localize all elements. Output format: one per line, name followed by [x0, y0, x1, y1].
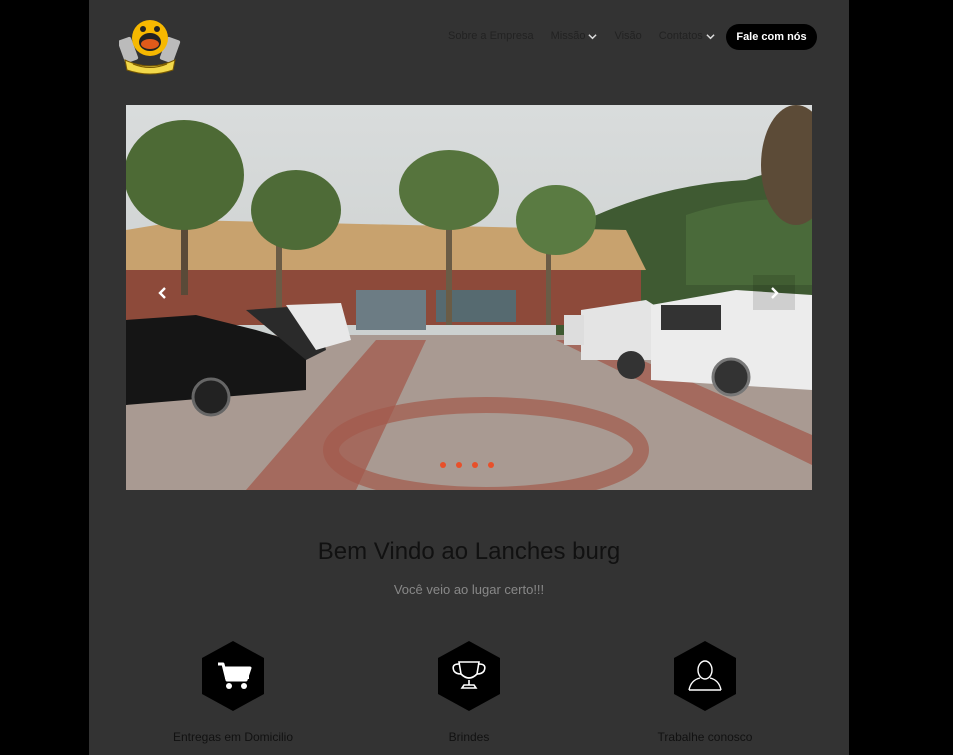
- carousel-prev-button[interactable]: [142, 275, 184, 310]
- nav-item-label: Visão: [614, 30, 642, 42]
- feature-label: Brindes: [448, 730, 490, 744]
- feature-careers[interactable]: Trabalhe conosco: [630, 640, 780, 744]
- nav-item-label: Contatos: [658, 30, 703, 42]
- chevron-down-icon: [588, 33, 598, 39]
- feature-gifts[interactable]: Brindes: [394, 640, 544, 744]
- hexagon-badge: [201, 640, 265, 712]
- nav-item-visao[interactable]: Visão: [614, 30, 641, 42]
- feature-label: Entregas em Domicilio: [172, 730, 294, 744]
- welcome-subtitle: Você veio ao lugar certo!!!: [393, 582, 545, 597]
- main-nav: Sobre a Empresa Missão Visão Contatos: [448, 30, 732, 42]
- contact-cta-button[interactable]: Fale com nós: [726, 24, 817, 50]
- nav-item-missao[interactable]: Missão: [551, 30, 598, 42]
- hexagon-badge: [437, 640, 501, 712]
- carousel-dot[interactable]: [456, 462, 462, 468]
- chevron-left-icon: [158, 286, 166, 299]
- image-carousel[interactable]: [126, 105, 812, 490]
- chevron-right-icon: [771, 286, 779, 299]
- feature-label: Trabalhe conosco: [657, 730, 753, 744]
- carousel-slide-image: [126, 105, 812, 490]
- welcome-title: Bem Vindo ao Lanches burg: [317, 538, 621, 565]
- carousel-dot[interactable]: [488, 462, 494, 468]
- nav-item-sobre[interactable]: Sobre a Empresa: [448, 30, 534, 42]
- feature-delivery[interactable]: Entregas em Domicilio: [158, 640, 308, 744]
- hexagon-badge: [673, 640, 737, 712]
- carousel-indicators: [440, 462, 504, 468]
- page-container: Sobre a Empresa Missão Visão Contatos Fa…: [89, 0, 849, 755]
- chevron-down-icon: [706, 33, 715, 39]
- carousel-next-button[interactable]: [753, 275, 795, 310]
- nav-item-label: Missão: [550, 30, 586, 42]
- carousel-dot[interactable]: [440, 462, 446, 468]
- nav-item-label: Sobre a Empresa: [448, 30, 534, 42]
- carousel-dot[interactable]: [472, 462, 478, 468]
- logo[interactable]: [117, 14, 181, 80]
- nav-item-contatos[interactable]: Contatos: [659, 30, 715, 42]
